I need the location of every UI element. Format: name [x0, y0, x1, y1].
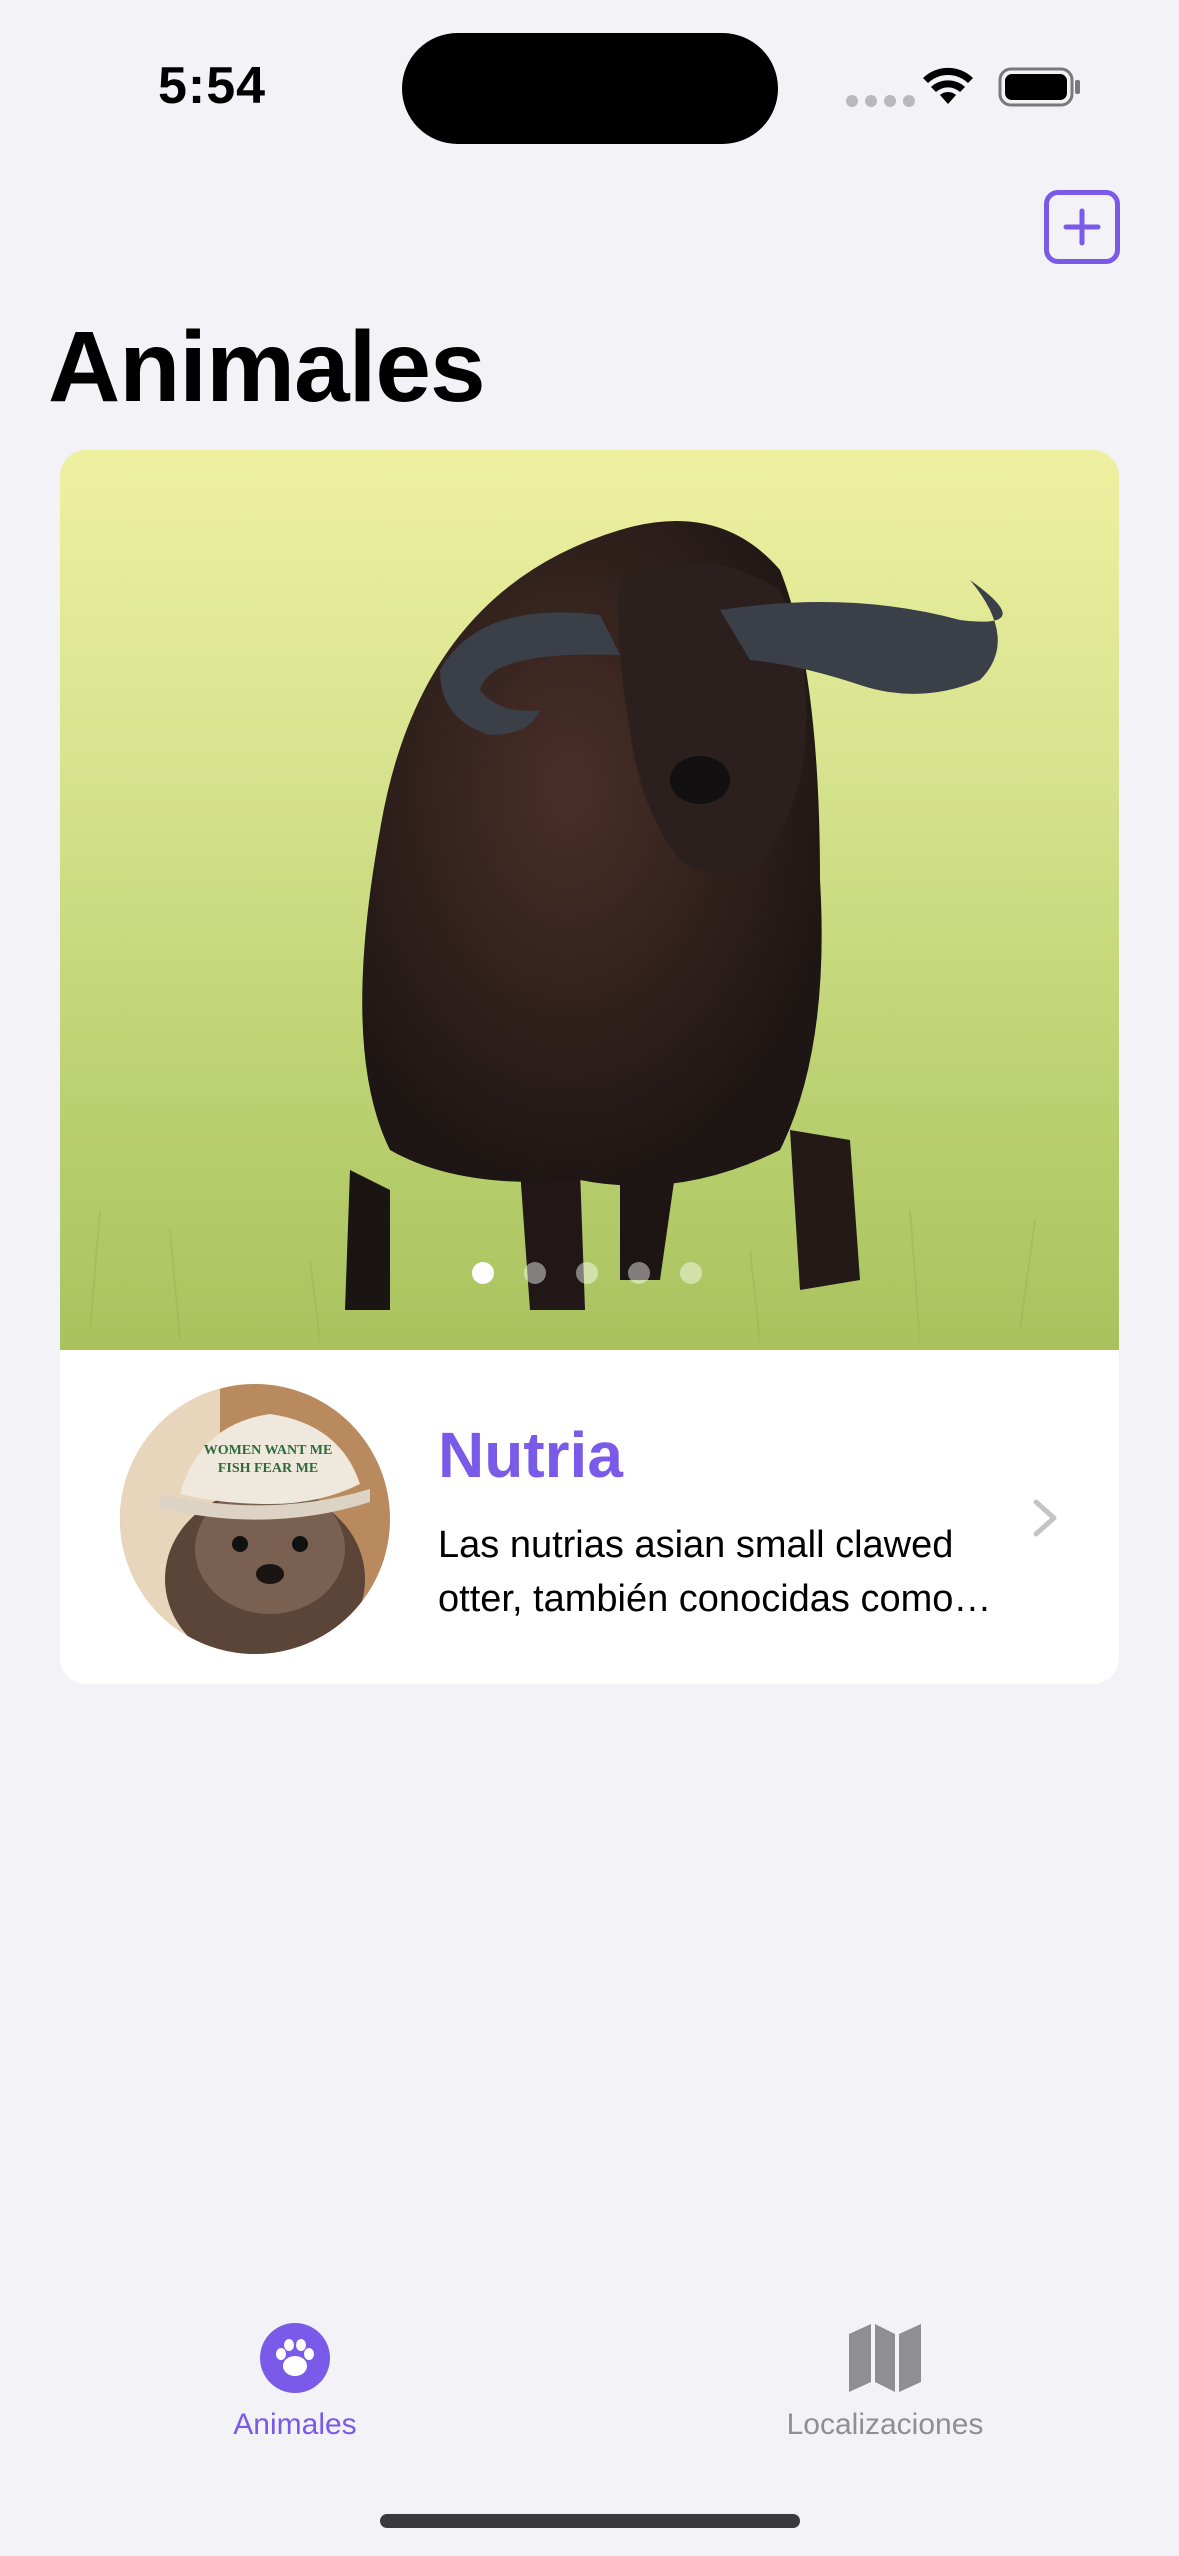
dynamic-island: [402, 33, 778, 144]
wifi-icon: [923, 67, 973, 104]
animal-name: Nutria: [438, 1419, 623, 1491]
plus-icon: [1063, 208, 1101, 246]
cellular-signal-icon: [846, 95, 915, 107]
otter-avatar: WOMEN WANT ME FISH FEAR ME: [120, 1384, 390, 1654]
chevron-right-icon: [1033, 1499, 1057, 1537]
home-indicator[interactable]: [380, 2514, 800, 2528]
svg-text:WOMEN WANT ME: WOMEN WANT ME: [204, 1443, 333, 1458]
tab-localizaciones[interactable]: Localizaciones: [740, 2322, 1030, 2442]
app-screen: 5:54 Animales WOMEN WANT ME FISH FEAR ME…: [0, 0, 1179, 2556]
battery-icon: [998, 67, 1080, 107]
page-dot[interactable]: [576, 1262, 598, 1284]
animal-description: Las nutrias asian small clawed otter, ta…: [438, 1524, 954, 1620]
tab-animales[interactable]: Animales: [200, 2322, 390, 2442]
svg-text:FISH FEAR ME: FISH FEAR ME: [218, 1461, 318, 1476]
paw-icon: [260, 2323, 330, 2393]
page-dot[interactable]: [680, 1262, 702, 1284]
map-icon: [849, 2324, 921, 2392]
page-title: Animales: [48, 311, 486, 423]
animal-row[interactable]: WOMEN WANT ME FISH FEAR ME Nutria Las nu…: [60, 1350, 1119, 1684]
animal-card[interactable]: WOMEN WANT ME FISH FEAR ME Nutria Las nu…: [60, 450, 1119, 1684]
page-dot[interactable]: [628, 1262, 650, 1284]
add-button[interactable]: [1044, 190, 1120, 264]
tab-label: Localizaciones: [786, 2408, 984, 2441]
tab-label: Animales: [233, 2408, 357, 2441]
buffalo-photo[interactable]: [60, 450, 1119, 1350]
status-time: 5:54: [158, 57, 267, 115]
page-dot[interactable]: [524, 1262, 546, 1284]
carousel-page-indicator[interactable]: [472, 1262, 702, 1284]
page-dot[interactable]: [472, 1262, 494, 1284]
